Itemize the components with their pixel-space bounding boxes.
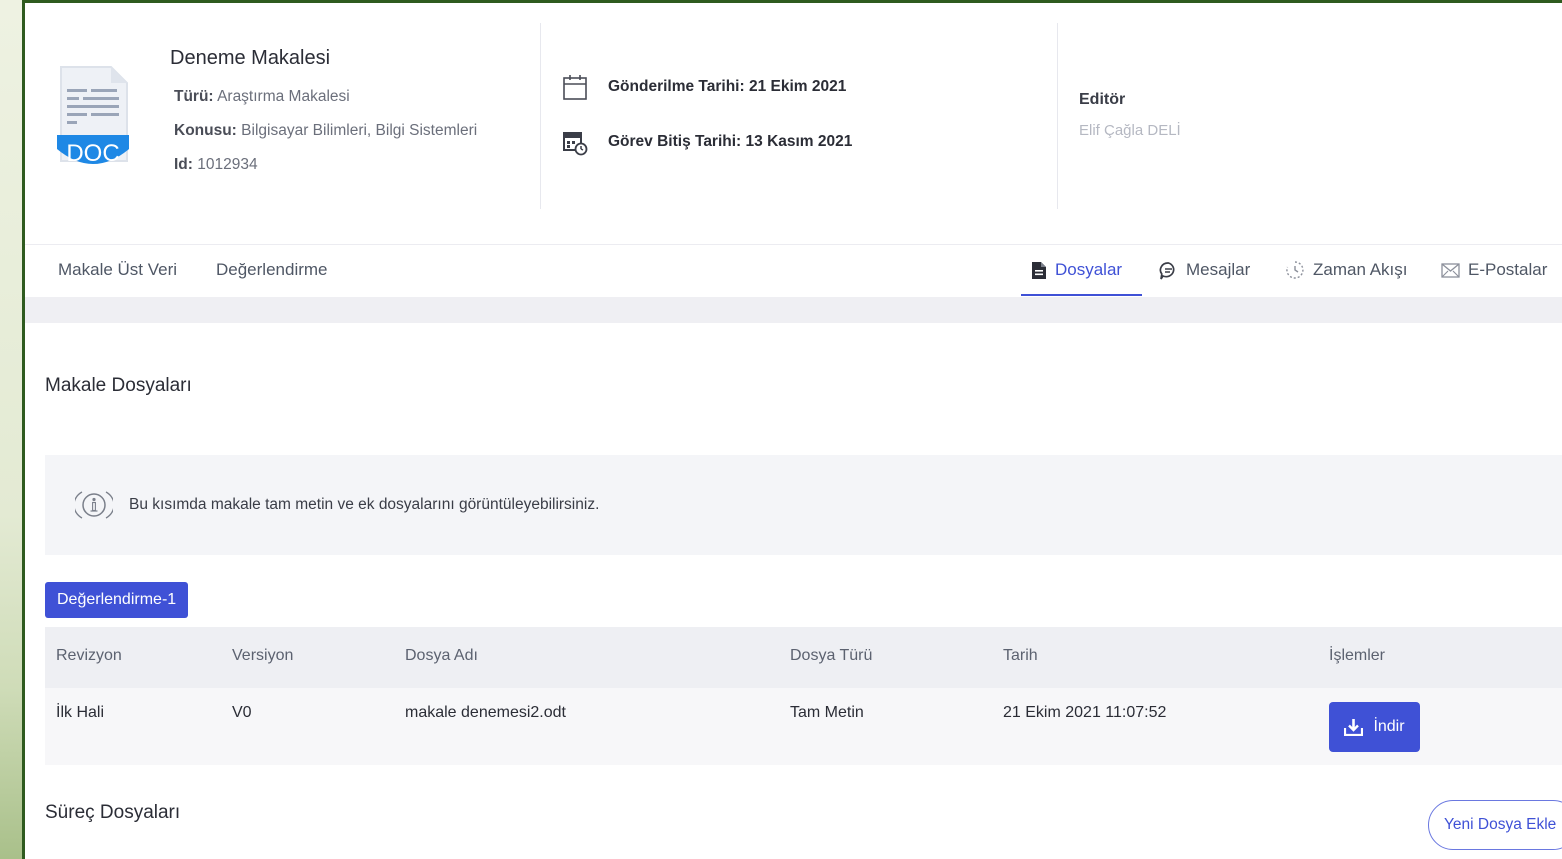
calendar-clock-icon <box>563 132 588 156</box>
file-icon <box>1032 261 1046 279</box>
table-row: İlk Hali V0 makale denemesi2.odt Tam Met… <box>45 688 1562 765</box>
due-date: Görev Bitiş Tarihi: 13 Kasım 2021 <box>562 128 852 156</box>
header-divider <box>1057 23 1058 209</box>
calendar-icon <box>563 75 587 100</box>
article-subject: Konusu: Bilgisayar Bilimleri, Bilgi Sist… <box>174 122 478 139</box>
tab-evaluation[interactable]: Değerlendirme <box>216 245 328 295</box>
column-header: Tarih <box>1003 647 1038 664</box>
info-box: Bu kısımda makale tam metin ve ek dosyal… <box>45 455 1562 555</box>
tab-messages[interactable]: Mesajlar <box>1159 245 1250 295</box>
article-header: DOC Deneme Makalesi Türü: Araştırma Maka… <box>25 3 1562 243</box>
cell-file-name: makale denemesi2.odt <box>405 704 566 721</box>
article-id: Id: 1012934 <box>174 156 258 173</box>
tab-emails[interactable]: E-Postalar <box>1441 245 1547 295</box>
cell-file-type: Tam Metin <box>790 704 864 721</box>
submitted-date: Gönderilme Tarihi: 21 Ekim 2021 <box>562 73 846 101</box>
background-strip <box>0 0 24 859</box>
tab-metadata[interactable]: Makale Üst Veri <box>58 245 177 295</box>
cell-version: V0 <box>232 704 252 721</box>
article-type: Türü: Araştırma Makalesi <box>174 88 350 105</box>
column-header: İşlemler <box>1329 647 1386 664</box>
files-table-header: Revizyon Versiyon Dosya Adı Dosya Türü T… <box>45 627 1562 688</box>
cell-date: 21 Ekim 2021 11:07:52 <box>1003 704 1167 721</box>
chat-icon <box>1159 261 1175 279</box>
evaluation-tag-button[interactable]: Değerlendirme-1 <box>45 582 189 618</box>
download-button[interactable]: İndir <box>1329 702 1420 752</box>
download-icon <box>1344 719 1364 736</box>
column-header: Dosya Adı <box>405 647 478 664</box>
column-header: Dosya Türü <box>790 647 873 664</box>
tab-files[interactable]: Dosyalar <box>1031 245 1122 295</box>
header-divider <box>540 23 541 209</box>
svg-text:DOC: DOC <box>66 140 119 167</box>
process-section-title: Süreç Dosyaları <box>45 802 181 823</box>
article-title: Deneme Makalesi <box>170 47 331 69</box>
editor-label: Editör <box>1079 91 1126 108</box>
tab-bar: Makale Üst Veri Değerlendirme Dosyalar M… <box>25 244 1562 298</box>
doc-file-icon: DOC <box>57 66 129 167</box>
timeline-icon <box>1286 261 1304 279</box>
section-separator <box>25 297 1562 323</box>
article-panel: DOC Deneme Makalesi Türü: Araştırma Maka… <box>22 0 1562 859</box>
add-file-button[interactable]: Yeni Dosya Ekle <box>1428 800 1562 850</box>
cell-revision: İlk Hali <box>56 704 105 721</box>
column-header: Revizyon <box>56 647 122 664</box>
mail-icon <box>1441 262 1460 278</box>
tab-timeline[interactable]: Zaman Akışı <box>1285 245 1407 295</box>
editor-name: Elif Çağla DELİ <box>1079 122 1181 139</box>
info-text: Bu kısımda makale tam metin ve ek dosyal… <box>129 496 600 513</box>
info-icon <box>75 491 113 519</box>
active-tab-indicator <box>1021 294 1142 296</box>
files-section-title: Makale Dosyaları <box>45 375 192 396</box>
column-header: Versiyon <box>232 647 294 664</box>
